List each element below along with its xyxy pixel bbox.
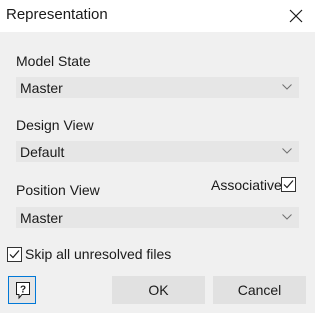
model-state-label: Model State (16, 53, 91, 69)
position-view-value: Master (20, 210, 63, 226)
chevron-down-icon (282, 214, 292, 220)
model-state-value: Master (20, 80, 63, 96)
svg-text:?: ? (20, 285, 26, 296)
dialog-body: Model State Master Design View Default P… (0, 32, 315, 313)
design-view-value: Default (20, 144, 65, 160)
chevron-down-icon (282, 148, 292, 154)
associative-checkbox[interactable] (281, 177, 296, 192)
model-state-select[interactable]: Master (16, 77, 299, 98)
skip-unresolved-checkbox[interactable] (7, 247, 22, 262)
design-view-label: Design View (16, 117, 94, 133)
position-view-label: Position View (16, 182, 100, 198)
dialog-title: Representation (6, 6, 108, 23)
help-button[interactable]: ? (8, 276, 36, 304)
chevron-down-icon (282, 84, 292, 90)
position-view-select[interactable]: Master (16, 207, 299, 228)
associative-label: Associative (211, 177, 282, 193)
design-view-select[interactable]: Default (16, 141, 299, 162)
cancel-button[interactable]: Cancel (213, 276, 306, 304)
checkmark-icon (283, 180, 294, 189)
skip-unresolved-label: Skip all unresolved files (25, 246, 172, 262)
checkmark-icon (9, 250, 20, 259)
ok-button[interactable]: OK (112, 276, 205, 304)
title-bar: Representation (0, 0, 315, 32)
help-icon: ? (16, 282, 30, 300)
representation-dialog: Representation Model State Master Design… (0, 0, 315, 313)
close-icon (289, 9, 303, 23)
close-button[interactable] (281, 2, 311, 30)
